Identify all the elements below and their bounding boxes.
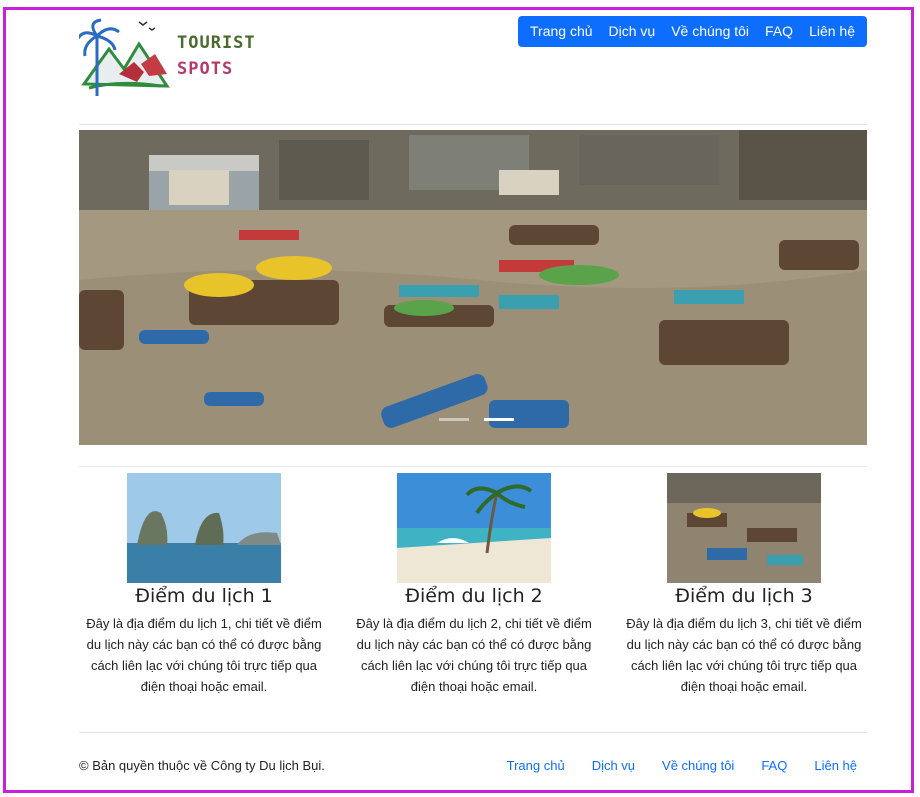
copyright-text: © Bản quyền thuộc về Công ty Du lịch Bụi… [79,758,325,773]
footer-link-about[interactable]: Về chúng tôi [662,756,734,776]
nav-about[interactable]: Về chúng tôi [663,16,757,47]
footer-nav: Trang chủ Dịch vụ Về chúng tôi FAQ Liên … [480,756,857,776]
nav-home[interactable]: Trang chủ [522,16,601,47]
destination-card: Điểm du lịch 2 Đây là địa điểm du lịch 2… [349,473,599,697]
destination-description: Đây là địa điểm du lịch 2, chi tiết về đ… [356,616,592,694]
divider [79,732,867,733]
destination-title: Điểm du lịch 2 [405,585,543,607]
floating-market-image[interactable] [667,473,821,583]
destination-card: Điểm du lịch 3 Đây là địa điểm du lịch 3… [619,473,869,697]
footer-link-contact[interactable]: Liên hệ [814,756,857,776]
site-header: TOURIST SPOTS Trang chủ Dịch vụ Về chúng… [75,14,867,114]
nav-faq[interactable]: FAQ [757,16,801,47]
site-footer: © Bản quyền thuộc về Công ty Du lịch Bụi… [79,756,867,786]
hero-image [79,130,867,445]
beach-image[interactable] [397,473,551,583]
nav-services[interactable]: Dịch vụ [601,16,664,47]
floating-market-photo [79,130,867,445]
divider [79,124,867,125]
divider [79,466,867,467]
destinations: Điểm du lịch 1 Đây là địa điểm du lịch 1… [79,473,867,708]
logo-line-1: TOURIST [177,33,256,53]
destination-description: Đây là địa điểm du lịch 3, chi tiết về đ… [626,616,862,694]
main-nav: Trang chủ Dịch vụ Về chúng tôi FAQ Liên … [518,16,867,47]
footer-link-faq[interactable]: FAQ [761,756,787,776]
site-logo[interactable]: TOURIST SPOTS [75,14,256,99]
logo-line-2: SPOTS [177,59,234,79]
halong-bay-image[interactable] [127,473,281,583]
logo-wordmark: TOURIST SPOTS [177,30,256,82]
destination-title: Điểm du lịch 3 [675,585,813,607]
footer-link-home[interactable]: Trang chủ [507,756,565,776]
footer-link-services[interactable]: Dịch vụ [592,756,635,776]
destination-card: Điểm du lịch 1 Đây là địa điểm du lịch 1… [79,473,329,697]
destination-title: Điểm du lịch 1 [135,585,273,607]
destination-description: Đây là địa điểm du lịch 1, chi tiết về đ… [86,616,322,694]
nav-contact[interactable]: Liên hệ [801,16,863,47]
palm-mountain-logo-icon [75,18,170,96]
